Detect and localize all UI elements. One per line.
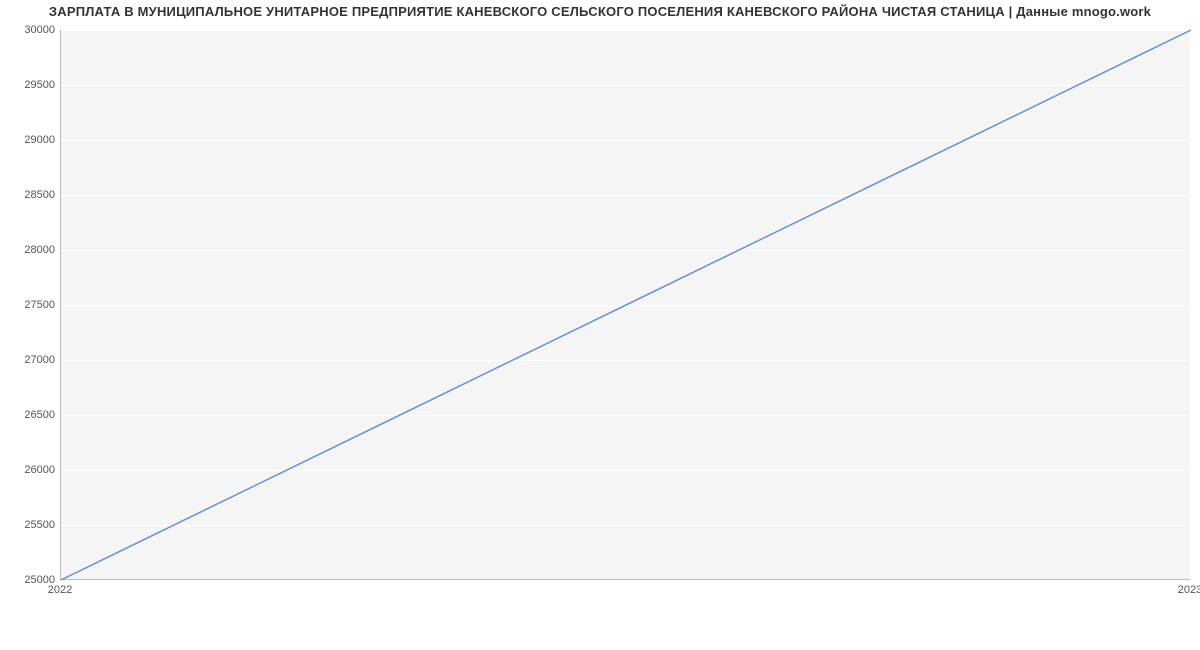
y-tick-label: 29500: [5, 79, 55, 91]
y-tick-label: 30000: [5, 24, 55, 36]
x-tick-label: 2022: [48, 584, 72, 596]
x-tick-label: 2023: [1178, 584, 1200, 596]
y-tick-label: 26500: [5, 409, 55, 421]
gridline: [61, 580, 1190, 581]
y-tick-label: 29000: [5, 134, 55, 146]
y-tick-label: 27000: [5, 354, 55, 366]
chart-container: ЗАРПЛАТА В МУНИЦИПАЛЬНОЕ УНИТАРНОЕ ПРЕДП…: [0, 0, 1200, 650]
plot-area: [60, 30, 1190, 580]
y-tick-label: 27500: [5, 299, 55, 311]
chart-title: ЗАРПЛАТА В МУНИЦИПАЛЬНОЕ УНИТАРНОЕ ПРЕДП…: [0, 4, 1200, 19]
y-tick-label: 26000: [5, 464, 55, 476]
series-line-salary: [61, 30, 1191, 580]
y-tick-label: 28000: [5, 244, 55, 256]
y-tick-label: 25500: [5, 519, 55, 531]
line-layer: [61, 30, 1190, 579]
y-tick-label: 28500: [5, 189, 55, 201]
